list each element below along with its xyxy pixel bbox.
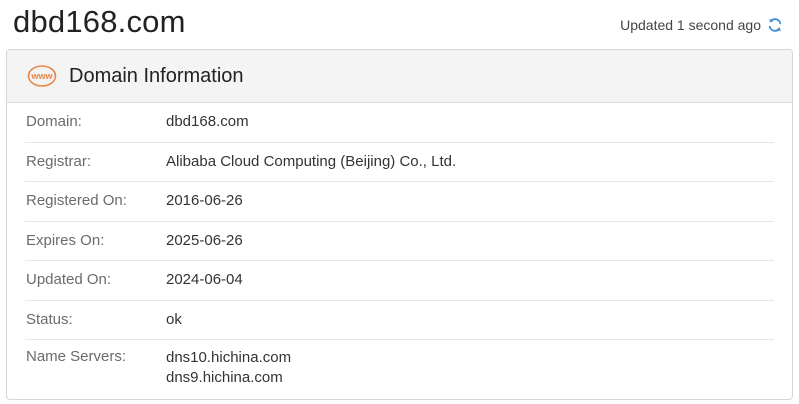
svg-text:www: www [30,71,53,81]
row-label: Name Servers: [26,348,127,365]
name-server-list: dns10.hichina.com dns9.hichina.com [166,348,291,388]
row-value: ok [166,310,182,328]
info-table: Domain: dbd168.com Registrar: Alibaba Cl… [7,103,792,388]
row-label: Registered On: [26,192,127,209]
updated-text: Updated 1 second ago [620,17,761,33]
info-row-name-servers: Name Servers: dns10.hichina.com dns9.hic… [25,340,774,388]
update-status: Updated 1 second ago [620,17,783,33]
info-row-domain: Domain: dbd168.com [25,103,774,143]
row-label: Updated On: [26,271,112,288]
row-value: dbd168.com [166,113,249,130]
row-value: 2016-06-26 [166,192,243,209]
domain-information-card: www Domain Information Domain: dbd168.co… [6,49,793,400]
info-row-status: Status: ok [25,301,774,340]
row-label: Domain: [26,113,82,130]
name-server: dns9.hichina.com [166,369,283,386]
card-header: www Domain Information [7,50,792,103]
info-row-updated-on: Updated On: 2024-06-04 [25,261,774,301]
row-value: Alibaba Cloud Computing (Beijing) Co., L… [166,152,457,170]
refresh-icon[interactable] [767,17,783,33]
page: dbd168.com Updated 1 second ago www Doma… [0,0,799,404]
row-label: Registrar: [26,152,92,170]
row-value: 2024-06-04 [166,271,243,288]
page-title: dbd168.com [13,4,186,39]
info-row-registered-on: Registered On: 2016-06-26 [25,182,774,222]
row-label: Status: [26,310,73,328]
row-label: Expires On: [26,231,105,249]
card-title: Domain Information [69,64,244,87]
www-icon: www [27,65,57,87]
info-row-registrar: Registrar: Alibaba Cloud Computing (Beij… [25,143,774,182]
info-row-expires-on: Expires On: 2025-06-26 [25,222,774,261]
row-value: 2025-06-26 [166,231,243,249]
name-server: dns10.hichina.com [166,349,292,366]
